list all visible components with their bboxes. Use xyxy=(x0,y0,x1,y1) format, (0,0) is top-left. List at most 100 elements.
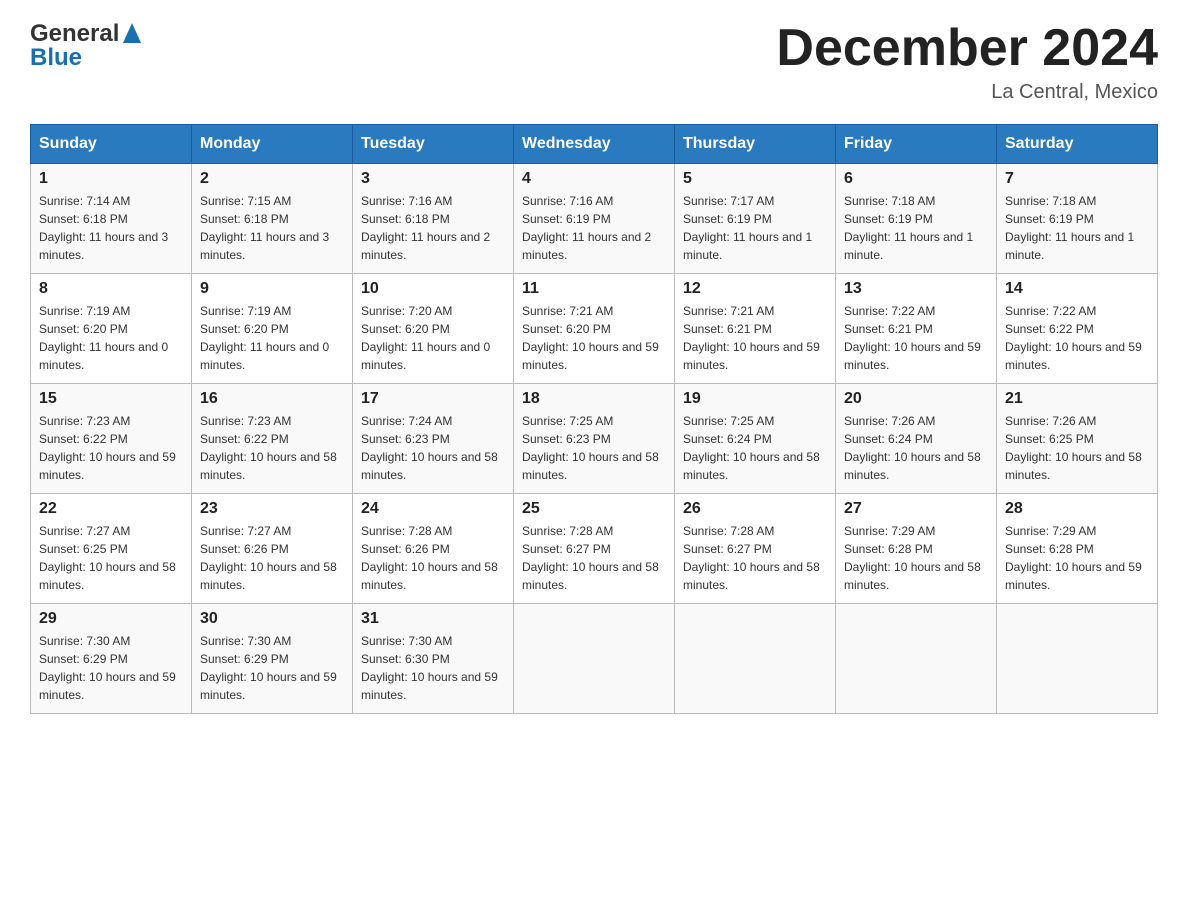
day-number: 10 xyxy=(361,280,505,298)
day-info: Sunrise: 7:19 AMSunset: 6:20 PMDaylight:… xyxy=(200,302,344,374)
day-info: Sunrise: 7:25 AMSunset: 6:23 PMDaylight:… xyxy=(522,412,666,484)
day-number: 24 xyxy=(361,500,505,518)
week-row-5: 29 Sunrise: 7:30 AMSunset: 6:29 PMDaylig… xyxy=(31,604,1158,714)
month-title: December 2024 xyxy=(776,20,1158,77)
day-number: 7 xyxy=(1005,170,1149,188)
day-info: Sunrise: 7:18 AMSunset: 6:19 PMDaylight:… xyxy=(844,192,988,264)
day-number: 28 xyxy=(1005,500,1149,518)
column-header-saturday: Saturday xyxy=(997,125,1158,164)
calendar-cell: 20 Sunrise: 7:26 AMSunset: 6:24 PMDaylig… xyxy=(836,384,997,494)
calendar-cell: 26 Sunrise: 7:28 AMSunset: 6:27 PMDaylig… xyxy=(675,494,836,604)
calendar-cell: 21 Sunrise: 7:26 AMSunset: 6:25 PMDaylig… xyxy=(997,384,1158,494)
day-info: Sunrise: 7:23 AMSunset: 6:22 PMDaylight:… xyxy=(200,412,344,484)
calendar-cell: 5 Sunrise: 7:17 AMSunset: 6:19 PMDayligh… xyxy=(675,164,836,274)
day-number: 23 xyxy=(200,500,344,518)
calendar-cell xyxy=(997,604,1158,714)
calendar-cell: 7 Sunrise: 7:18 AMSunset: 6:19 PMDayligh… xyxy=(997,164,1158,274)
calendar-cell xyxy=(836,604,997,714)
calendar-cell: 23 Sunrise: 7:27 AMSunset: 6:26 PMDaylig… xyxy=(192,494,353,604)
day-info: Sunrise: 7:18 AMSunset: 6:19 PMDaylight:… xyxy=(1005,192,1149,264)
column-header-monday: Monday xyxy=(192,125,353,164)
calendar-cell: 14 Sunrise: 7:22 AMSunset: 6:22 PMDaylig… xyxy=(997,274,1158,384)
day-number: 25 xyxy=(522,500,666,518)
day-number: 9 xyxy=(200,280,344,298)
calendar-cell: 4 Sunrise: 7:16 AMSunset: 6:19 PMDayligh… xyxy=(514,164,675,274)
day-info: Sunrise: 7:20 AMSunset: 6:20 PMDaylight:… xyxy=(361,302,505,374)
day-info: Sunrise: 7:23 AMSunset: 6:22 PMDaylight:… xyxy=(39,412,183,484)
page-header: General Blue December 2024 La Central, M… xyxy=(30,20,1158,104)
day-info: Sunrise: 7:28 AMSunset: 6:27 PMDaylight:… xyxy=(522,522,666,594)
day-number: 17 xyxy=(361,390,505,408)
day-info: Sunrise: 7:27 AMSunset: 6:26 PMDaylight:… xyxy=(200,522,344,594)
calendar-cell: 12 Sunrise: 7:21 AMSunset: 6:21 PMDaylig… xyxy=(675,274,836,384)
day-info: Sunrise: 7:24 AMSunset: 6:23 PMDaylight:… xyxy=(361,412,505,484)
day-info: Sunrise: 7:19 AMSunset: 6:20 PMDaylight:… xyxy=(39,302,183,374)
day-info: Sunrise: 7:15 AMSunset: 6:18 PMDaylight:… xyxy=(200,192,344,264)
calendar-table: SundayMondayTuesdayWednesdayThursdayFrid… xyxy=(30,124,1158,714)
location-text: La Central, Mexico xyxy=(776,81,1158,104)
day-number: 2 xyxy=(200,170,344,188)
calendar-cell: 28 Sunrise: 7:29 AMSunset: 6:28 PMDaylig… xyxy=(997,494,1158,604)
day-number: 14 xyxy=(1005,280,1149,298)
day-info: Sunrise: 7:21 AMSunset: 6:21 PMDaylight:… xyxy=(683,302,827,374)
day-info: Sunrise: 7:16 AMSunset: 6:18 PMDaylight:… xyxy=(361,192,505,264)
calendar-cell: 13 Sunrise: 7:22 AMSunset: 6:21 PMDaylig… xyxy=(836,274,997,384)
day-number: 18 xyxy=(522,390,666,408)
day-info: Sunrise: 7:26 AMSunset: 6:24 PMDaylight:… xyxy=(844,412,988,484)
day-number: 5 xyxy=(683,170,827,188)
calendar-cell: 2 Sunrise: 7:15 AMSunset: 6:18 PMDayligh… xyxy=(192,164,353,274)
day-number: 3 xyxy=(361,170,505,188)
calendar-cell xyxy=(675,604,836,714)
day-number: 26 xyxy=(683,500,827,518)
day-info: Sunrise: 7:29 AMSunset: 6:28 PMDaylight:… xyxy=(844,522,988,594)
calendar-cell: 16 Sunrise: 7:23 AMSunset: 6:22 PMDaylig… xyxy=(192,384,353,494)
column-header-thursday: Thursday xyxy=(675,125,836,164)
day-info: Sunrise: 7:30 AMSunset: 6:29 PMDaylight:… xyxy=(200,632,344,704)
calendar-cell: 8 Sunrise: 7:19 AMSunset: 6:20 PMDayligh… xyxy=(31,274,192,384)
title-section: December 2024 La Central, Mexico xyxy=(776,20,1158,104)
calendar-cell: 25 Sunrise: 7:28 AMSunset: 6:27 PMDaylig… xyxy=(514,494,675,604)
calendar-cell xyxy=(514,604,675,714)
calendar-cell: 9 Sunrise: 7:19 AMSunset: 6:20 PMDayligh… xyxy=(192,274,353,384)
day-number: 20 xyxy=(844,390,988,408)
day-number: 27 xyxy=(844,500,988,518)
calendar-cell: 24 Sunrise: 7:28 AMSunset: 6:26 PMDaylig… xyxy=(353,494,514,604)
day-number: 1 xyxy=(39,170,183,188)
calendar-cell: 29 Sunrise: 7:30 AMSunset: 6:29 PMDaylig… xyxy=(31,604,192,714)
week-row-3: 15 Sunrise: 7:23 AMSunset: 6:22 PMDaylig… xyxy=(31,384,1158,494)
day-number: 22 xyxy=(39,500,183,518)
calendar-cell: 3 Sunrise: 7:16 AMSunset: 6:18 PMDayligh… xyxy=(353,164,514,274)
column-header-friday: Friday xyxy=(836,125,997,164)
day-info: Sunrise: 7:21 AMSunset: 6:20 PMDaylight:… xyxy=(522,302,666,374)
day-info: Sunrise: 7:22 AMSunset: 6:22 PMDaylight:… xyxy=(1005,302,1149,374)
day-number: 16 xyxy=(200,390,344,408)
day-info: Sunrise: 7:22 AMSunset: 6:21 PMDaylight:… xyxy=(844,302,988,374)
calendar-cell: 22 Sunrise: 7:27 AMSunset: 6:25 PMDaylig… xyxy=(31,494,192,604)
day-info: Sunrise: 7:28 AMSunset: 6:26 PMDaylight:… xyxy=(361,522,505,594)
day-number: 31 xyxy=(361,610,505,628)
column-header-sunday: Sunday xyxy=(31,125,192,164)
day-number: 12 xyxy=(683,280,827,298)
calendar-cell: 11 Sunrise: 7:21 AMSunset: 6:20 PMDaylig… xyxy=(514,274,675,384)
column-header-tuesday: Tuesday xyxy=(353,125,514,164)
day-header-row: SundayMondayTuesdayWednesdayThursdayFrid… xyxy=(31,125,1158,164)
day-number: 6 xyxy=(844,170,988,188)
day-number: 30 xyxy=(200,610,344,628)
day-info: Sunrise: 7:25 AMSunset: 6:24 PMDaylight:… xyxy=(683,412,827,484)
day-info: Sunrise: 7:30 AMSunset: 6:30 PMDaylight:… xyxy=(361,632,505,704)
calendar-cell: 19 Sunrise: 7:25 AMSunset: 6:24 PMDaylig… xyxy=(675,384,836,494)
calendar-cell: 31 Sunrise: 7:30 AMSunset: 6:30 PMDaylig… xyxy=(353,604,514,714)
day-number: 19 xyxy=(683,390,827,408)
day-info: Sunrise: 7:28 AMSunset: 6:27 PMDaylight:… xyxy=(683,522,827,594)
day-info: Sunrise: 7:17 AMSunset: 6:19 PMDaylight:… xyxy=(683,192,827,264)
day-info: Sunrise: 7:27 AMSunset: 6:25 PMDaylight:… xyxy=(39,522,183,594)
calendar-cell: 1 Sunrise: 7:14 AMSunset: 6:18 PMDayligh… xyxy=(31,164,192,274)
calendar-cell: 18 Sunrise: 7:25 AMSunset: 6:23 PMDaylig… xyxy=(514,384,675,494)
logo-triangle-icon xyxy=(123,23,141,48)
day-number: 11 xyxy=(522,280,666,298)
day-number: 15 xyxy=(39,390,183,408)
day-info: Sunrise: 7:26 AMSunset: 6:25 PMDaylight:… xyxy=(1005,412,1149,484)
calendar-cell: 10 Sunrise: 7:20 AMSunset: 6:20 PMDaylig… xyxy=(353,274,514,384)
day-number: 29 xyxy=(39,610,183,628)
calendar-cell: 30 Sunrise: 7:30 AMSunset: 6:29 PMDaylig… xyxy=(192,604,353,714)
